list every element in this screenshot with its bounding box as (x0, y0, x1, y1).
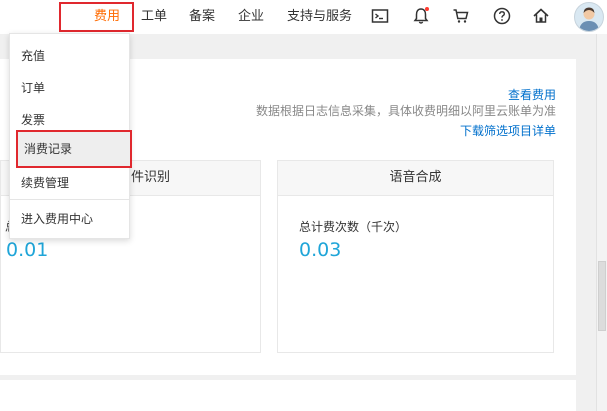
cart-icon[interactable] (451, 6, 471, 26)
card-2-label: 总计费次数（千次） (299, 220, 408, 234)
card-1-value: 0.01 (6, 239, 49, 261)
nav-ticket[interactable]: 工单 (141, 0, 167, 34)
page-scrollbar[interactable] (596, 34, 607, 411)
notification-dot (425, 7, 429, 11)
menu-item-recharge[interactable]: 充值 (10, 40, 129, 72)
nav-enterprise[interactable]: 企业 (238, 0, 264, 34)
avatar[interactable] (574, 2, 604, 32)
nav-fee[interactable]: 费用 (59, 2, 134, 32)
nav-support[interactable]: 支持与服务 (287, 0, 352, 34)
menu-item-fee-center[interactable]: 进入费用中心 (10, 203, 129, 235)
bell-icon[interactable] (411, 6, 431, 26)
download-detail-link[interactable]: 下载筛选项目详单 (460, 122, 556, 139)
card-1-title: 件识别 (131, 170, 171, 185)
top-navbar: 费用 工单 备案 企业 支持与服务 (0, 0, 607, 34)
menu-item-renewal[interactable]: 续费管理 (10, 167, 129, 199)
card-2-value: 0.03 (299, 239, 342, 261)
menu-item-orders[interactable]: 订单 (10, 72, 129, 104)
card-2-header: 语音合成 (277, 160, 554, 196)
nav-filing[interactable]: 备案 (189, 0, 215, 34)
menu-divider (10, 199, 129, 200)
scrollbar-thumb[interactable] (598, 261, 606, 331)
help-icon[interactable] (492, 6, 512, 26)
fee-dropdown-menu: 充值 订单 发票 消费记录 续费管理 进入费用中心 (9, 33, 132, 239)
terminal-icon[interactable] (370, 6, 390, 26)
view-fee-link[interactable]: 查看费用 (508, 86, 556, 103)
bottom-panel (0, 380, 576, 411)
home-icon[interactable] (531, 6, 551, 26)
billing-note: 数据根据日志信息采集，具体收费明细以阿里云账单为准 (255, 104, 556, 118)
menu-item-consumption-records[interactable]: 消费记录 (16, 130, 132, 168)
card-2-body: 总计费次数（千次） 0.03 (277, 196, 554, 353)
card-2-title: 语音合成 (389, 170, 442, 185)
